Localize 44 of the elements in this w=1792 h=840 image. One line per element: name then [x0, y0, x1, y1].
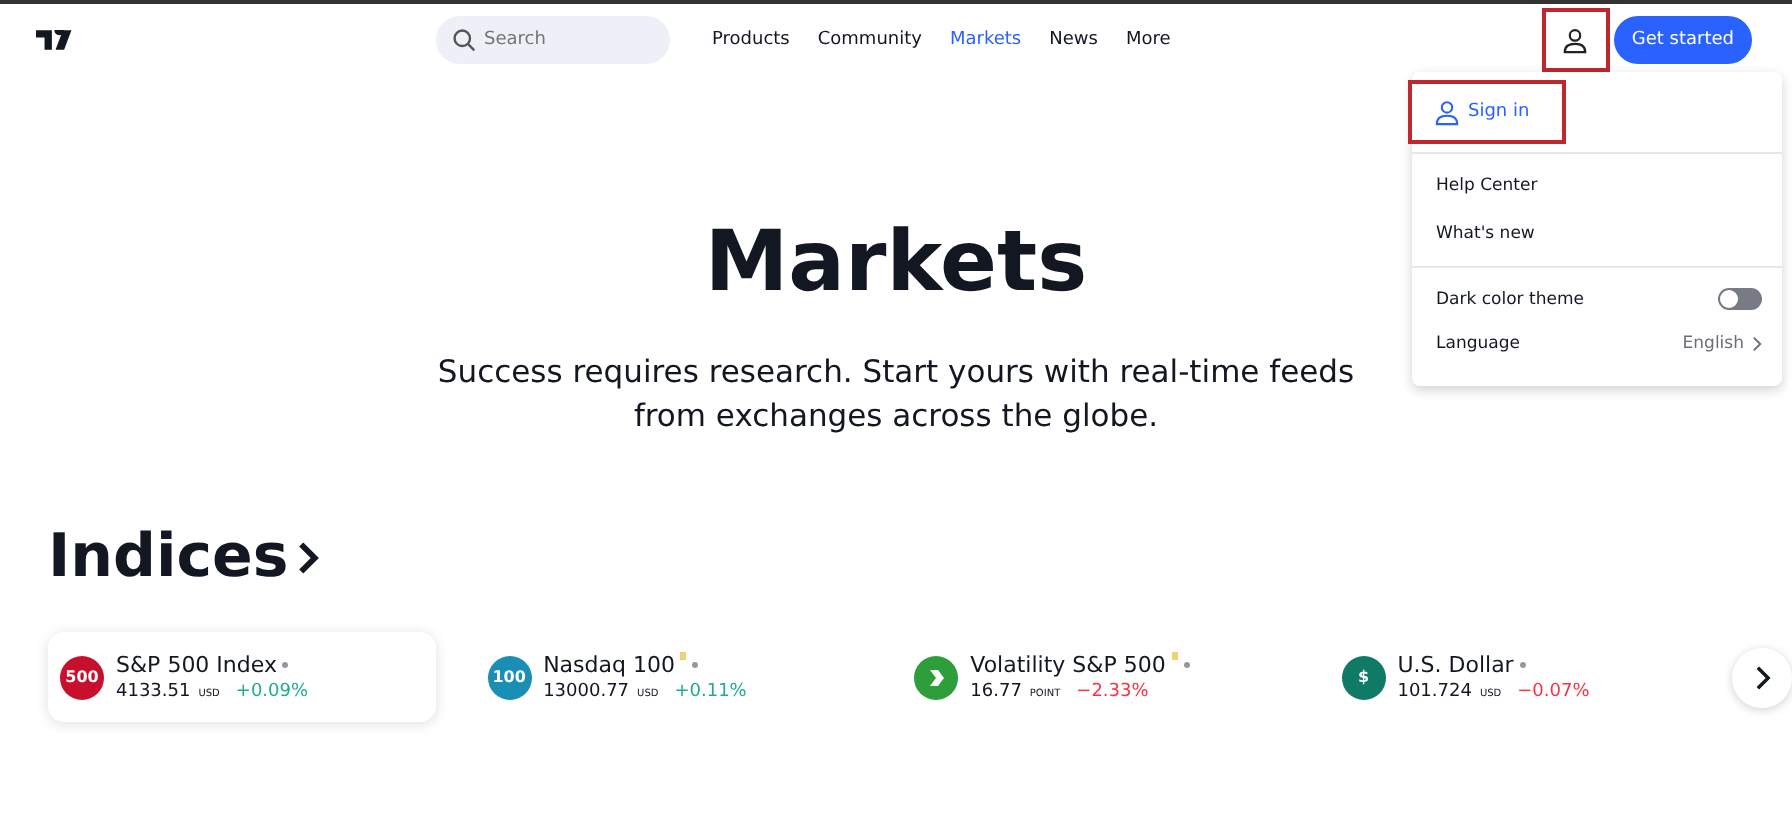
change-value: −2.33% — [1076, 682, 1149, 702]
change-value: −0.07% — [1517, 682, 1590, 702]
symbol-badge: 500 — [60, 655, 104, 699]
status-dot — [692, 662, 699, 668]
status-dot — [282, 662, 289, 668]
user-icon — [1434, 99, 1460, 125]
search-icon — [452, 28, 476, 52]
menu-item[interactable]: What's new — [1412, 210, 1782, 258]
nav-link[interactable]: Community — [817, 30, 922, 50]
index-name[interactable]: Nasdaq 100 — [543, 652, 675, 678]
search-field[interactable]: Search — [436, 16, 670, 64]
change-value: +0.09% — [235, 682, 309, 702]
menu-label: Language — [1436, 334, 1520, 354]
next-button[interactable] — [1732, 647, 1792, 707]
symbol-badge: 100 — [487, 655, 532, 699]
chevron-right-icon — [1753, 665, 1772, 689]
change-value: +0.11% — [674, 682, 747, 702]
nav-link[interactable]: Products — [712, 30, 790, 50]
nav-link[interactable]: Markets — [949, 30, 1022, 50]
user-icon — [1562, 27, 1589, 53]
get-started-button[interactable]: Get started — [1613, 16, 1752, 64]
theme-toggle[interactable] — [1718, 288, 1762, 310]
chevron-right-icon[interactable] — [296, 539, 321, 575]
index-value: 13000.77 — [543, 682, 630, 702]
nav-link[interactable]: News — [1049, 30, 1098, 50]
menu-item[interactable]: Help Center — [1412, 162, 1782, 210]
index-name[interactable]: Volatility S&P 500 — [970, 652, 1166, 678]
index-value: 4133.51 — [116, 682, 191, 702]
chevron-right-icon — [1752, 336, 1762, 352]
symbol-badge: $ — [1341, 655, 1386, 699]
index-value: 101.724 — [1397, 682, 1472, 702]
page-title: Markets — [704, 212, 1088, 310]
sign-in-item[interactable]: Sign in — [1408, 80, 1566, 144]
menu-label: Dark color theme — [1436, 289, 1584, 309]
language-value[interactable]: English — [1682, 334, 1744, 354]
user-button[interactable] — [1541, 8, 1610, 72]
status-dot — [1519, 662, 1526, 668]
status-dot — [1183, 662, 1190, 668]
index-name[interactable]: S&P 500 Index — [116, 652, 277, 678]
page-subtitle: Success requires research. Start yours with real-time feeds from exchanges across the globe. — [436, 352, 1356, 438]
nav-link[interactable]: More — [1125, 30, 1171, 50]
indices-heading[interactable]: Indices — [48, 522, 289, 592]
index-name[interactable]: U.S. Dollar — [1397, 652, 1514, 678]
index-value: 16.77 — [970, 682, 1022, 702]
